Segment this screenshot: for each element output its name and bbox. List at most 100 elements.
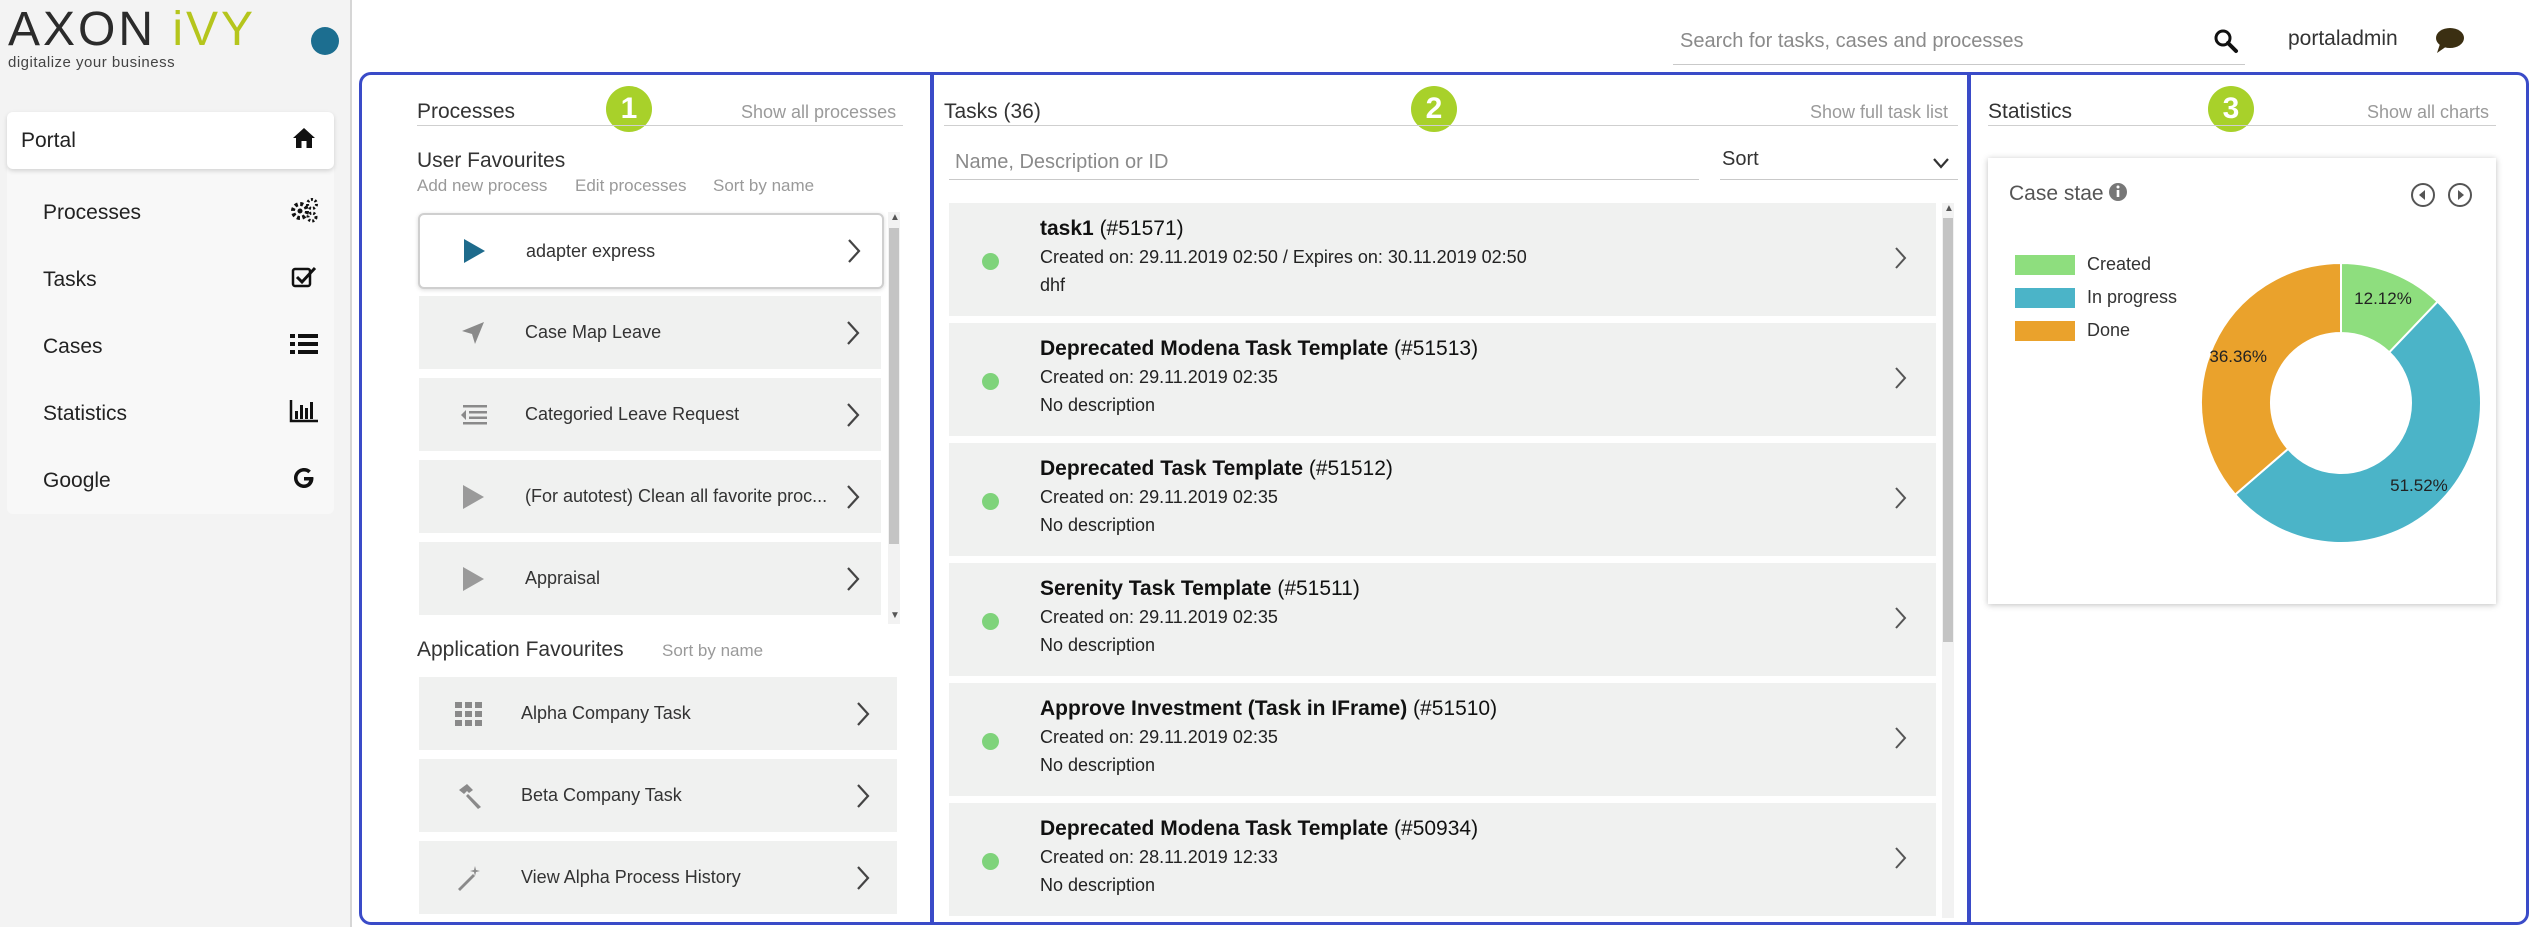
chevron-right-icon: [857, 865, 870, 890]
task-status-dot: [982, 733, 999, 750]
magic-wand-icon: [453, 862, 485, 894]
status-dot-icon[interactable]: [311, 27, 339, 55]
nav-item-google[interactable]: Google: [7, 451, 334, 511]
task-name: task1: [1040, 217, 1094, 240]
nav-item-label: Cases: [43, 335, 103, 358]
task-status-dot: [982, 373, 999, 390]
statistics-title-rule: [1988, 125, 2496, 126]
task-description: No description: [1040, 515, 1156, 535]
logo-tagline: digitalize your business: [8, 54, 176, 71]
legend-swatch: [2015, 287, 2075, 308]
app-item-alpha-company-task[interactable]: Alpha Company Task: [419, 677, 897, 750]
show-all-charts-link[interactable]: Show all charts: [2367, 102, 2489, 123]
process-list-scrollbar-thumb[interactable]: [889, 228, 899, 544]
task-row[interactable]: Approve Investment (Task in IFrame) (#51…: [949, 683, 1936, 796]
processes-title: Processes: [417, 100, 516, 123]
task-list-scrollbar-thumb[interactable]: [1943, 218, 1953, 642]
task-row[interactable]: Serenity Task Template (#51511) Created …: [949, 563, 1936, 676]
sort-by-name-link[interactable]: Sort by name: [713, 176, 814, 196]
nav-item-label: Processes: [43, 201, 142, 224]
donut-slice-done[interactable]: [2200, 261, 2342, 497]
chevron-right-icon: [1895, 847, 1907, 869]
nav-item-cases[interactable]: Cases: [7, 317, 334, 377]
app-sort-by-name-link[interactable]: Sort by name: [662, 641, 763, 661]
scroll-up-arrow-icon[interactable]: ▲: [1944, 203, 1954, 214]
process-item-appraisal[interactable]: Appraisal: [419, 542, 881, 615]
username[interactable]: portaladmin: [2288, 27, 2398, 51]
task-id: (#51511): [1277, 577, 1360, 600]
chat-icon[interactable]: [2434, 25, 2466, 55]
left-navigation: AXON iVY digitalize your business Portal…: [0, 0, 352, 927]
donut-value-label: 51.52%: [2390, 476, 2448, 495]
task-created: Created on: 29.11.2019 02:35: [1040, 727, 1278, 747]
legend-label: Done: [2087, 320, 2131, 340]
task-status-dot: [982, 493, 999, 510]
task-title: Approve Investment (Task in IFrame) (#51…: [1040, 697, 1497, 721]
sort-label: Sort: [1722, 148, 1759, 170]
edit-processes-link[interactable]: Edit processes: [575, 176, 687, 196]
nav-item-portal[interactable]: Portal: [7, 112, 334, 169]
show-full-task-list-link[interactable]: Show full task list: [1810, 102, 1948, 123]
task-row[interactable]: task1 (#51571) Created on: 29.11.2019 02…: [949, 203, 1936, 316]
task-row[interactable]: Deprecated Modena Task Template (#51513)…: [949, 323, 1936, 436]
nav-item-processes[interactable]: Processes: [7, 183, 334, 243]
add-new-process-link[interactable]: Add new process: [417, 176, 547, 196]
app-label: Alpha Company Task: [521, 703, 691, 723]
task-title: Deprecated Task Template (#51512): [1040, 457, 1393, 481]
process-label: Case Map Leave: [525, 322, 662, 342]
app-label: Beta Company Task: [521, 785, 682, 805]
legend-item[interactable]: Done: [2015, 320, 2130, 341]
task-row[interactable]: Deprecated Task Template (#51512) Create…: [949, 443, 1936, 556]
chart-card: Case stae Created In progress Done 12.12% 5…: [1988, 158, 2496, 604]
scroll-down-arrow-icon[interactable]: ▼: [890, 610, 900, 621]
task-id: (#51512): [1308, 457, 1393, 480]
text-indent-icon: [457, 399, 489, 431]
task-created: Created on: 29.11.2019 02:35: [1040, 607, 1278, 627]
chevron-right-icon: [848, 239, 861, 263]
checkbox-icon: [288, 265, 320, 295]
logo-ivy: iVY: [172, 3, 257, 56]
legend-item[interactable]: Created: [2015, 254, 2151, 275]
nav-item-label: Portal: [21, 128, 76, 152]
process-label: adapter express: [526, 240, 656, 261]
process-item-categoried-leave-request[interactable]: Categoried Leave Request: [419, 378, 881, 451]
chart-prev-icon[interactable]: [2410, 182, 2436, 208]
task-title: task1 (#51571): [1040, 217, 1184, 241]
task-filter-input[interactable]: [949, 146, 1699, 180]
app-item-view-alpha-process-history[interactable]: View Alpha Process History: [419, 841, 897, 914]
scroll-up-arrow-icon[interactable]: ▲: [890, 212, 900, 223]
chevron-right-icon: [1895, 247, 1907, 269]
logo-wordmark: AXON iVY: [8, 4, 256, 56]
donut-value-label: 12.12%: [2354, 289, 2412, 308]
process-item-adapter-express[interactable]: adapter express: [418, 213, 884, 289]
process-item-case-map-leave[interactable]: Case Map Leave: [419, 296, 881, 369]
task-created: Created on: 29.11.2019 02:50 / Expires o…: [1040, 247, 1527, 267]
task-name: Approve Investment (Task in IFrame): [1040, 697, 1408, 720]
chevron-right-icon: [857, 701, 870, 726]
grid-icon: [453, 698, 485, 730]
chevron-right-icon: [847, 402, 860, 427]
info-icon[interactable]: [2108, 182, 2128, 202]
process-item-clean-all-favorite[interactable]: (For autotest) Clean all favorite proc..…: [419, 460, 881, 533]
global-search-input[interactable]: [1680, 26, 2200, 56]
axon-ivy-logo[interactable]: AXON iVY digitalize your business: [8, 4, 256, 72]
chart-next-icon[interactable]: [2447, 182, 2473, 208]
task-title: Deprecated Modena Task Template (#50934): [1040, 817, 1478, 841]
legend-swatch: [2015, 254, 2075, 275]
nav-item-tasks[interactable]: Tasks: [7, 250, 334, 310]
app-item-beta-company-task[interactable]: Beta Company Task: [419, 759, 897, 832]
nav-item-statistics[interactable]: Statistics: [7, 384, 334, 444]
process-label: (For autotest) Clean all favorite proc..…: [525, 486, 828, 506]
task-id: (#50934): [1394, 817, 1479, 840]
task-row[interactable]: Deprecated Modena Task Template (#50934)…: [949, 803, 1936, 916]
task-name: Deprecated Task Template: [1040, 457, 1303, 480]
task-sort-dropdown[interactable]: Sort: [1720, 146, 1958, 180]
task-id: (#51510): [1413, 697, 1498, 720]
task-status-dot: [982, 853, 999, 870]
show-all-processes-link[interactable]: Show all processes: [741, 102, 896, 123]
legend-swatch: [2015, 320, 2075, 341]
statistics-title: Statistics: [1988, 100, 2073, 123]
legend-item[interactable]: In progress: [2015, 287, 2177, 308]
search-icon[interactable]: [2212, 27, 2240, 55]
logo-axon: AXON: [8, 3, 157, 56]
